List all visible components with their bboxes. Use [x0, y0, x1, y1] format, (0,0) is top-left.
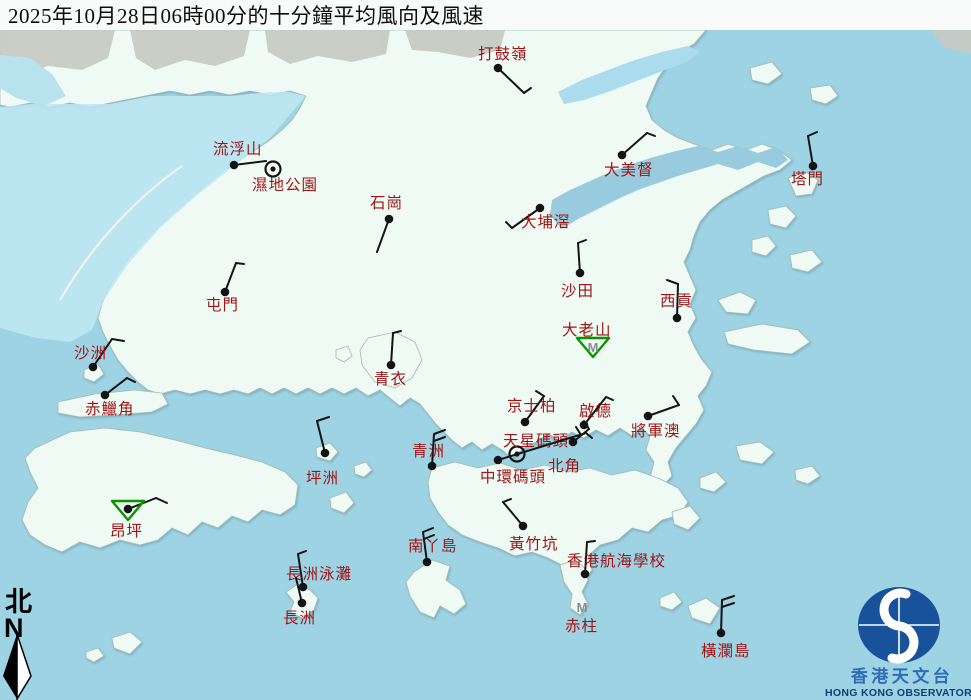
- station-label: 濕地公園: [252, 176, 318, 194]
- station-label: 香港航海學校: [567, 551, 666, 570]
- wind-map-screen: 打鼓嶺流浮山濕地公園大美督塔門石崗大埔滘沙田西貢屯門M大老山沙洲赤鱲角青衣京士柏…: [0, 0, 971, 700]
- station-label: 赤鱲角: [85, 400, 135, 418]
- station-label: 北角: [548, 457, 581, 475]
- station-dot: [221, 288, 230, 297]
- station-label: 流浮山: [213, 140, 263, 158]
- wind-barb-line: [236, 263, 244, 264]
- wind-barb-line: [721, 600, 722, 633]
- station-dot: [494, 64, 503, 73]
- station-label: 屯門: [206, 296, 239, 314]
- station-label: 赤柱: [565, 617, 598, 635]
- missing-data-m-icon: M: [588, 340, 599, 355]
- station-label: 青衣: [374, 370, 407, 388]
- station-dot: [809, 162, 818, 171]
- station-label: 沙洲: [74, 345, 107, 362]
- station-label: 坪洲: [306, 469, 339, 487]
- station-label: 大老山: [562, 321, 612, 339]
- calm-symbol-center: [270, 166, 275, 171]
- station-dot: [101, 391, 110, 400]
- map-title-bar: 2025年10月28日06時00分的十分鐘平均風向及風速: [0, 0, 971, 30]
- station-label: 昂坪: [110, 522, 143, 540]
- hong-kong-wind-map: 打鼓嶺流浮山濕地公園大美督塔門石崗大埔滘沙田西貢屯門M大老山沙洲赤鱲角青衣京士柏…: [0, 0, 971, 700]
- station-dot: [618, 151, 627, 160]
- station-dot: [576, 269, 585, 278]
- station-dot: [521, 418, 530, 427]
- station-dot: [717, 629, 726, 638]
- station-dot: [428, 462, 437, 471]
- station-label: 塔門: [791, 170, 824, 188]
- compass-letter-n: N: [4, 613, 24, 643]
- station-label: 打鼓嶺: [478, 45, 528, 63]
- station-label: 啟德: [579, 402, 612, 420]
- map-title: 2025年10月28日06時00分的十分鐘平均風向及風速: [0, 0, 484, 30]
- station-label: 大埔滘: [521, 213, 571, 231]
- station-label: 橫瀾島: [701, 642, 751, 660]
- station-dot: [298, 599, 307, 608]
- station-label: 將軍澳: [631, 422, 681, 440]
- station-dot: [519, 522, 528, 531]
- station-label: 中環碼頭: [480, 468, 546, 486]
- station-dot: [673, 314, 682, 323]
- station-label: 京士柏: [507, 397, 557, 415]
- station-label: 南丫島: [408, 537, 458, 555]
- station-dot: [494, 456, 503, 465]
- station-dot: [321, 449, 330, 458]
- hko-logo-text-en: HONG KONG OBSERVATORY: [825, 687, 971, 699]
- station-label: 長洲: [283, 610, 316, 627]
- station-label: 大美督: [604, 161, 654, 179]
- station-dot: [385, 215, 394, 224]
- station-label: 西貢: [660, 293, 693, 310]
- wind-barb-line: [587, 541, 595, 542]
- hko-logo-text-cn: 香港天文台: [851, 666, 954, 686]
- station-dot: [569, 438, 578, 447]
- station-dot: [644, 412, 653, 421]
- station-dot: [89, 363, 98, 372]
- station-label: 黃竹坑: [509, 535, 559, 553]
- station-dot: [299, 583, 308, 592]
- station-label: 青洲: [412, 442, 445, 460]
- station-dot: [581, 570, 590, 579]
- station-label: 沙田: [561, 283, 594, 300]
- station-dot: [423, 558, 432, 567]
- station-dot: [124, 505, 133, 514]
- station-dot: [387, 361, 396, 370]
- station-dot: [230, 161, 239, 170]
- station-dot: [536, 204, 545, 213]
- station-label: 石崗: [370, 194, 403, 212]
- missing-data-m-icon: M: [577, 600, 588, 615]
